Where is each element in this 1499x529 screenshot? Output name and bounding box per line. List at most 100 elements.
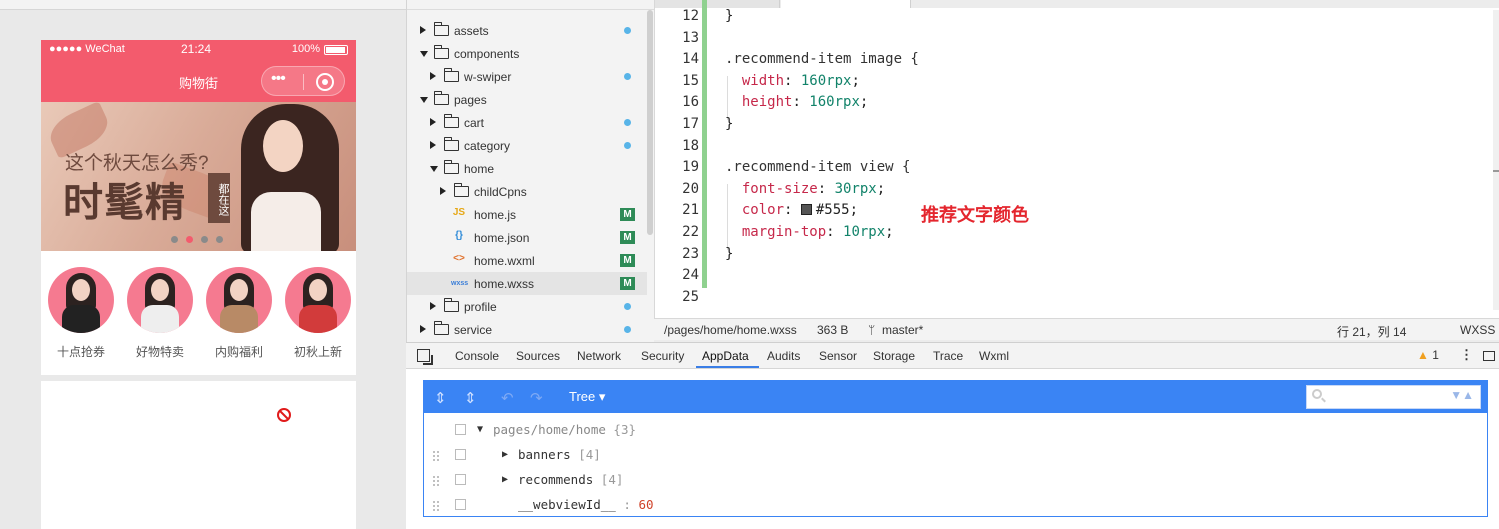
drag-handle-icon[interactable] [432,450,440,462]
expand-arrow-icon[interactable]: ▶ [502,449,508,460]
tree-item-assets[interactable]: assets [407,19,647,42]
appdata-row[interactable]: __webviewId__ : 60 [424,493,1484,518]
appdata-row[interactable]: ▼ pages/home/home {3} [424,418,1484,443]
code-line[interactable]: 21 color: #555; [655,199,1499,221]
code-text[interactable]: } [725,243,733,265]
code-line[interactable]: 25 [655,286,1499,308]
code-text[interactable]: height: 160rpx; [725,91,868,113]
tab-trace[interactable]: Trace [933,349,963,363]
swiper-dot[interactable] [171,236,178,243]
code-line[interactable]: 15 width: 160rpx; [655,70,1499,92]
expand-arrow-icon[interactable]: ▶ [502,474,508,485]
code-text[interactable]: font-size: 30rpx; [725,178,885,200]
code-text[interactable]: .recommend-item view { [725,156,910,178]
tab-appdata[interactable]: AppData [702,349,749,363]
tree-item-home-wxss[interactable]: wxss home.wxss M [407,272,647,295]
more-icon[interactable]: ••• [271,70,286,88]
tree-item-home-wxml[interactable]: <> home.wxml M [407,249,647,272]
tab-sensor[interactable]: Sensor [819,349,857,363]
tree-item-childCpns[interactable]: childCpns [407,180,647,203]
warning-indicator[interactable]: ▲ 1 [1417,348,1439,362]
collapse-all-icon[interactable]: ⇕ [464,389,477,407]
language-mode[interactable]: WXSS [1460,323,1495,337]
tree-item-service[interactable]: service [407,318,647,341]
code-line[interactable]: 13 [655,27,1499,49]
recommend-image[interactable] [206,267,272,333]
cursor-position[interactable]: 行 21，列 14 [1337,323,1406,340]
code-line[interactable]: 18 [655,135,1499,157]
code-text[interactable]: .recommend-item image { [725,48,919,70]
expand-all-icon[interactable]: ⇕ [434,389,447,407]
search-nav-icons[interactable]: ▼▲ [1450,388,1474,402]
chevron-right-icon[interactable] [430,302,436,310]
tree-item-w-swiper[interactable]: w-swiper [407,65,647,88]
tab-console[interactable]: Console [455,349,499,363]
more-options-icon[interactable]: ⋮ [1460,347,1473,363]
swiper-dot[interactable] [216,236,223,243]
tab-sources[interactable]: Sources [516,349,560,363]
tab-wxml[interactable]: Wxml [979,349,1009,363]
swiper-dot[interactable] [186,236,193,243]
chevron-down-icon[interactable] [420,51,428,57]
recommend-item[interactable]: 好物特卖 [125,267,195,360]
code-text[interactable]: } [725,113,733,135]
chevron-right-icon[interactable] [430,72,436,80]
code-text[interactable]: margin-top: 10rpx; [725,221,894,243]
collapse-arrow-icon[interactable]: ▼ [477,424,483,435]
chevron-right-icon[interactable] [430,141,436,149]
chevron-down-icon[interactable] [430,166,438,172]
recommend-item[interactable]: 十点抢券 [46,267,116,360]
code-line[interactable]: 23} [655,243,1499,265]
tree-item-home-js[interactable]: JS home.js M [407,203,647,226]
dock-icon[interactable] [1483,351,1495,361]
drag-handle-icon[interactable] [432,500,440,512]
banner-swiper[interactable]: 这个秋天怎么秀? 时髦精 都在这 [41,102,356,251]
code-line[interactable]: 17} [655,113,1499,135]
code-editor[interactable]: 12} 13 14 .recommend-item image {15 width: … [654,0,1499,318]
appdata-row[interactable]: ▶ banners [4] [424,443,1484,468]
git-branch[interactable]: master* [882,323,923,337]
code-line[interactable]: 12} [655,5,1499,27]
view-mode-dropdown[interactable]: Tree ▾ [569,389,605,405]
recommend-image[interactable] [127,267,193,333]
editor-scrollbar[interactable] [1493,10,1499,310]
code-text[interactable]: width: 160rpx; [725,70,860,92]
tree-item-profile[interactable]: profile [407,295,647,318]
chevron-right-icon[interactable] [440,187,446,195]
appdata-value[interactable]: 60 [638,497,653,512]
redo-icon[interactable]: ↷ [530,389,543,407]
tree-item-cart[interactable]: cart [407,111,647,134]
code-line[interactable]: 24 [655,264,1499,286]
appdata-row[interactable]: ▶ recommends [4] [424,468,1484,493]
recommend-image[interactable] [285,267,351,333]
code-text[interactable]: color: #555; [725,199,858,221]
chevron-right-icon[interactable] [420,325,426,333]
code-line[interactable]: 14 .recommend-item image { [655,48,1499,70]
explorer-scrollbar[interactable] [647,10,653,235]
row-checkbox[interactable] [455,424,466,435]
tab-network[interactable]: Network [577,349,621,363]
swiper-indicator[interactable] [171,232,231,246]
code-line[interactable]: 22 margin-top: 10rpx; [655,221,1499,243]
chevron-right-icon[interactable] [420,26,426,34]
swiper-dot[interactable] [201,236,208,243]
tab-security[interactable]: Security [641,349,684,363]
row-checkbox[interactable] [455,449,466,460]
drag-handle-icon[interactable] [432,475,440,487]
code-text[interactable]: } [725,5,733,27]
appdata-search-input[interactable]: ▼▲ [1306,385,1481,409]
row-checkbox[interactable] [455,474,466,485]
code-line[interactable]: 20 font-size: 30rpx; [655,178,1499,200]
code-line[interactable]: 16 height: 160rpx; [655,91,1499,113]
close-miniprogram-icon[interactable] [316,73,334,91]
recommend-image[interactable] [48,267,114,333]
chevron-right-icon[interactable] [430,118,436,126]
tree-item-home[interactable]: home [407,157,647,180]
code-line[interactable]: 19 .recommend-item view { [655,156,1499,178]
tab-storage[interactable]: Storage [873,349,915,363]
inspect-element-icon[interactable] [417,349,433,365]
tree-item-category[interactable]: category [407,134,647,157]
capsule-menu[interactable]: ••• [261,66,345,96]
tree-item-components[interactable]: components [407,42,647,65]
tree-item-home-json[interactable]: {} home.json M [407,226,647,249]
